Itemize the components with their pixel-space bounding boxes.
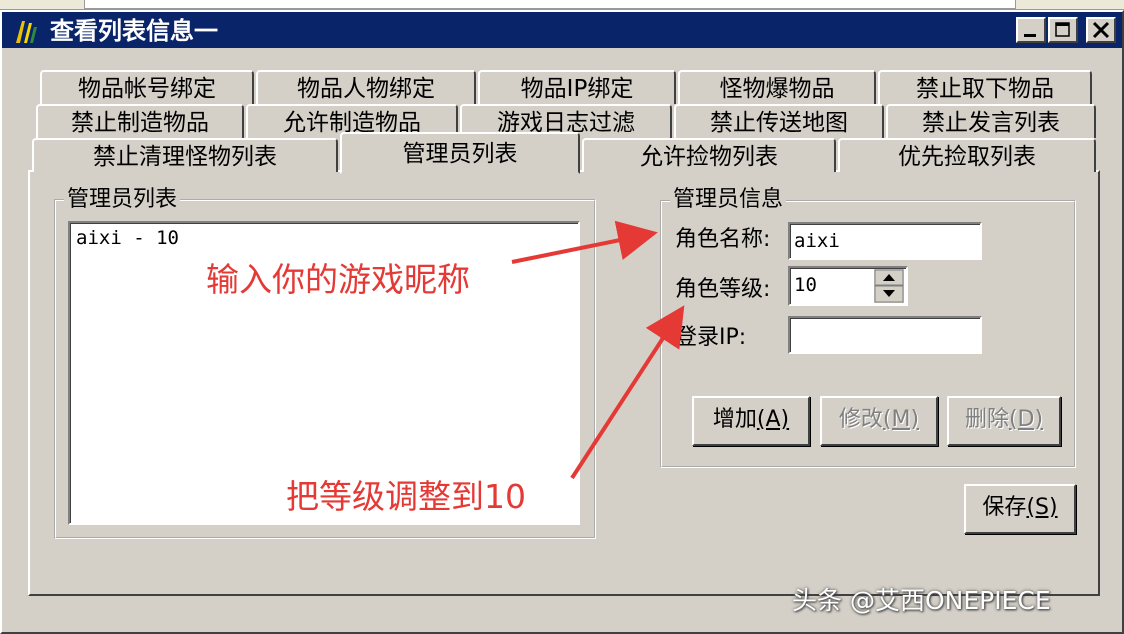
annotation-arrow-to-level <box>570 305 685 480</box>
annotation-arrow-to-name <box>511 220 658 264</box>
annotation-arrows <box>511 220 685 480</box>
watermark: 头条 @艾西ONEPIECE <box>792 586 1051 615</box>
